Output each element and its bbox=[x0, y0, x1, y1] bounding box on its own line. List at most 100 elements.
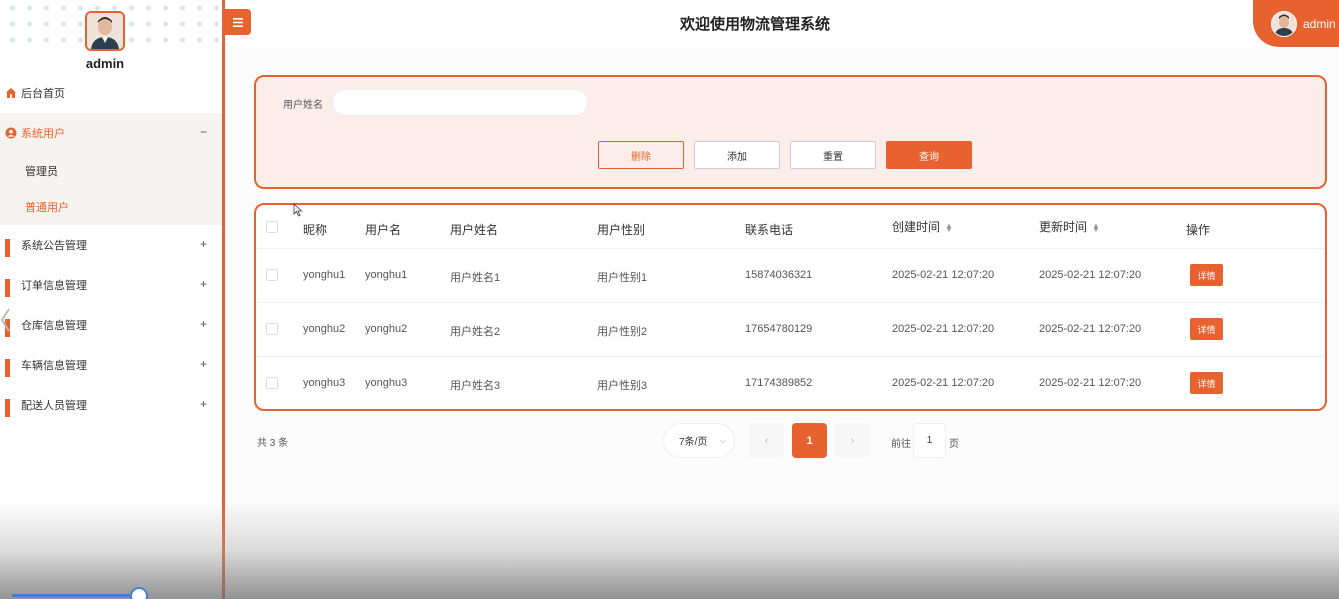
sidebar-item-warehouses[interactable]: 仓库信息管理 + bbox=[0, 305, 222, 345]
sidebar-item-label: 系统公告管理 bbox=[21, 240, 87, 252]
user-circle-icon bbox=[5, 127, 17, 139]
cell-gender: 用户性别3 bbox=[597, 380, 648, 392]
sidebar-item-delivery-staff[interactable]: 配送人员管理 + bbox=[0, 385, 222, 425]
expand-toggle[interactable]: + bbox=[200, 277, 207, 291]
sidebar-item-label: 配送人员管理 bbox=[21, 400, 87, 412]
table-row: yonghu1 yonghu1 用户姓名1 用户性别1 15874036321 … bbox=[256, 249, 1325, 303]
collapse-toggle[interactable]: − bbox=[200, 125, 207, 139]
cell-realname: 用户姓名3 bbox=[450, 380, 501, 392]
sidebar: admin 后台首页 系统用户 − 管理员 普通用户 系统公告管理 + 订单信息… bbox=[0, 0, 222, 599]
page-size-select[interactable]: 7条/页 ⌵ bbox=[663, 423, 735, 458]
column-header-sortable[interactable]: 更新时间 ▲ ▼ bbox=[1039, 218, 1100, 235]
grid-icon bbox=[5, 279, 17, 297]
column-header: 用户性别 bbox=[597, 223, 646, 237]
column-header: 用户名 bbox=[365, 223, 402, 237]
expand-toggle[interactable]: + bbox=[200, 357, 207, 371]
select-all-checkbox[interactable] bbox=[266, 221, 278, 233]
sidebar-subitem-admins[interactable]: 管理员 bbox=[0, 153, 222, 189]
goto-label: 前往 bbox=[891, 439, 911, 450]
column-header: 昵称 bbox=[303, 223, 328, 237]
sidebar-item-home[interactable]: 后台首页 bbox=[0, 73, 222, 113]
row-checkbox[interactable] bbox=[266, 377, 278, 389]
hamburger-icon bbox=[233, 17, 243, 27]
column-header-label: 创建时间 bbox=[892, 220, 941, 234]
table-row: yonghu2 yonghu2 用户姓名2 用户性别2 17654780129 … bbox=[256, 303, 1325, 357]
row-checkbox[interactable] bbox=[266, 323, 278, 335]
total-count: 共 3 条 bbox=[257, 438, 289, 449]
grid-icon bbox=[5, 239, 17, 257]
page-number-current[interactable]: 1 bbox=[792, 423, 827, 458]
cell-phone: 17174389852 bbox=[745, 377, 813, 389]
detail-button[interactable]: 详情 bbox=[1190, 318, 1223, 340]
user-table: 昵称 用户名 用户姓名 用户性别 联系电话 创建时间 ▲ ▼ 更新时间 ▲ ▼ 操作 y… bbox=[254, 203, 1327, 411]
row-checkbox[interactable] bbox=[266, 269, 278, 281]
cell-gender: 用户性别1 bbox=[597, 272, 648, 284]
sidebar-item-label: 订单信息管理 bbox=[21, 280, 87, 292]
sidebar-item-announcements[interactable]: 系统公告管理 + bbox=[0, 225, 222, 265]
chevron-down-icon: ⌵ bbox=[719, 436, 726, 445]
sidebar-item-vehicles[interactable]: 车辆信息管理 + bbox=[0, 345, 222, 385]
next-page-button[interactable]: › bbox=[835, 423, 870, 458]
cell-username: yonghu1 bbox=[365, 269, 408, 281]
table-row: yonghu3 yonghu3 用户姓名3 用户性别3 17174389852 … bbox=[256, 357, 1325, 409]
cell-created: 2025-02-21 12:07:20 bbox=[892, 269, 995, 281]
username-search-input[interactable] bbox=[332, 89, 588, 116]
column-header: 联系电话 bbox=[745, 223, 794, 237]
page-title: 欢迎使用物流管理系统 bbox=[680, 16, 831, 33]
add-button[interactable]: 添加 bbox=[694, 141, 780, 169]
sort-icon[interactable]: ▲ ▼ bbox=[1092, 221, 1100, 233]
search-label: 用户姓名 bbox=[283, 100, 323, 111]
admin-name: admin bbox=[85, 56, 125, 71]
user-menu[interactable]: admin bbox=[1253, 0, 1339, 47]
table-header: 昵称 用户名 用户姓名 用户性别 联系电话 创建时间 ▲ ▼ 更新时间 ▲ ▼ 操作 bbox=[256, 205, 1325, 249]
sort-icon[interactable]: ▲ ▼ bbox=[945, 221, 953, 233]
goto-page-input[interactable]: 1 bbox=[913, 423, 946, 458]
column-header: 用户姓名 bbox=[450, 223, 499, 237]
user-avatar bbox=[1271, 10, 1297, 37]
cell-updated: 2025-02-21 12:07:20 bbox=[1039, 323, 1142, 335]
column-header-sortable[interactable]: 创建时间 ▲ ▼ bbox=[892, 218, 953, 235]
detail-button[interactable]: 详情 bbox=[1190, 372, 1223, 394]
sidebar-item-label: 仓库信息管理 bbox=[21, 320, 87, 332]
expand-toggle[interactable]: + bbox=[200, 317, 207, 331]
reset-button[interactable]: 重置 bbox=[790, 141, 876, 169]
slider-track[interactable] bbox=[12, 594, 142, 597]
chevron-left-icon[interactable] bbox=[0, 307, 10, 333]
expand-toggle[interactable]: + bbox=[200, 237, 207, 251]
slider-handle[interactable] bbox=[130, 587, 148, 599]
cell-updated: 2025-02-21 12:07:20 bbox=[1039, 377, 1142, 389]
cell-phone: 15874036321 bbox=[745, 269, 813, 281]
cell-created: 2025-02-21 12:07:20 bbox=[892, 323, 995, 335]
cell-realname: 用户姓名2 bbox=[450, 326, 501, 338]
sidebar-item-orders[interactable]: 订单信息管理 + bbox=[0, 265, 222, 305]
sidebar-item-label: 系统用户 bbox=[21, 128, 65, 140]
prev-page-button[interactable]: ‹ bbox=[749, 423, 784, 458]
sidebar-item-label: 车辆信息管理 bbox=[21, 360, 87, 372]
column-header: 操作 bbox=[1186, 223, 1211, 237]
page-size-value: 7条/页 bbox=[679, 437, 708, 448]
grid-icon bbox=[5, 359, 17, 377]
expand-toggle[interactable]: + bbox=[200, 397, 207, 411]
grid-icon bbox=[5, 399, 17, 417]
cell-username: yonghu2 bbox=[365, 323, 408, 335]
sidebar-menu: 后台首页 系统用户 − 管理员 普通用户 系统公告管理 + 订单信息管理 + 仓… bbox=[0, 73, 222, 425]
detail-button[interactable]: 详情 bbox=[1190, 264, 1223, 286]
menu-toggle-button[interactable] bbox=[225, 9, 251, 35]
cell-realname: 用户姓名1 bbox=[450, 272, 501, 284]
cell-phone: 17654780129 bbox=[745, 323, 813, 335]
sidebar-item-system-users[interactable]: 系统用户 − bbox=[0, 113, 222, 153]
page-suffix-label: 页 bbox=[949, 439, 959, 450]
mouse-cursor-icon bbox=[293, 203, 303, 217]
sidebar-subitem-regular-users[interactable]: 普通用户 bbox=[0, 189, 222, 225]
cell-updated: 2025-02-21 12:07:20 bbox=[1039, 269, 1142, 281]
admin-avatar[interactable] bbox=[85, 11, 125, 51]
user-name: admin bbox=[1303, 16, 1336, 31]
column-header-label: 更新时间 bbox=[1039, 220, 1088, 234]
cell-created: 2025-02-21 12:07:20 bbox=[892, 377, 995, 389]
cell-nickname: yonghu2 bbox=[303, 323, 346, 335]
query-button[interactable]: 查询 bbox=[886, 141, 972, 169]
sidebar-item-label: 后台首页 bbox=[21, 88, 65, 100]
cell-gender: 用户性别2 bbox=[597, 326, 648, 338]
home-icon bbox=[5, 87, 17, 99]
delete-button[interactable]: 删除 bbox=[598, 141, 684, 169]
